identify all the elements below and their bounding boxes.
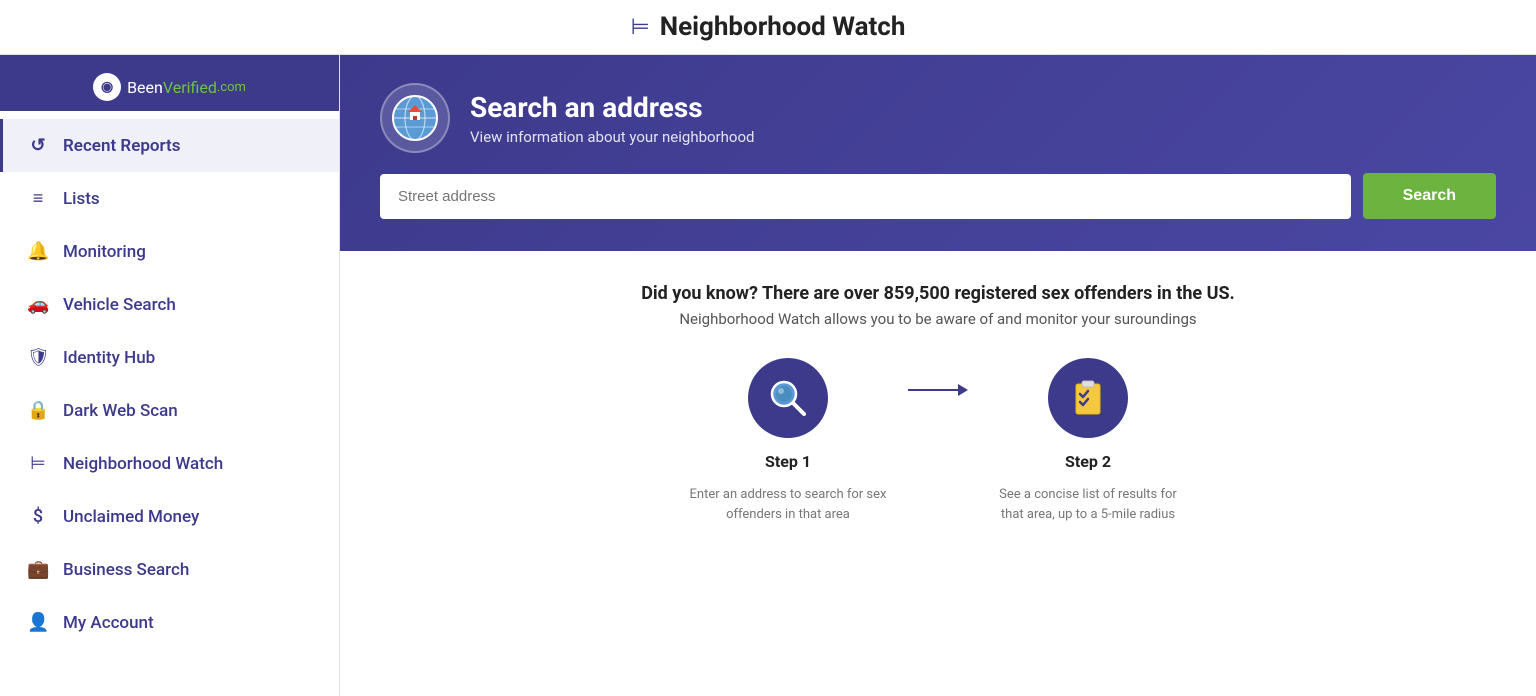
identity-hub-icon: 🛡 (27, 347, 49, 368)
sidebar: ◉ BeenVerified.com ↺ Recent Reports ≡ Li… (0, 55, 340, 696)
sidebar-logo: ◉ BeenVerified.com (0, 55, 339, 111)
logo-icon: ◉ (93, 73, 121, 101)
sidebar-item-label: Monitoring (63, 242, 146, 262)
magnifier-icon (766, 376, 810, 420)
sidebar-item-label: Business Search (63, 560, 189, 580)
step-2-label: Step 2 (1065, 452, 1111, 471)
search-button[interactable]: Search (1363, 173, 1496, 219)
step-1-desc: Enter an address to search for sex offen… (688, 485, 888, 524)
sidebar-item-dark-web-scan[interactable]: 🔒 Dark Web Scan (0, 384, 339, 437)
arrow-icon (908, 378, 968, 402)
sidebar-item-label: Recent Reports (63, 136, 181, 156)
sidebar-nav: ↺ Recent Reports ≡ Lists 🔔 Monitoring 🚗 … (0, 111, 339, 696)
step-1: Step 1 Enter an address to search for se… (688, 358, 888, 524)
sidebar-item-recent-reports[interactable]: ↺ Recent Reports (0, 119, 339, 172)
step-2-icon-circle (1048, 358, 1128, 438)
step-2: Step 2 See a concise list of results for… (988, 358, 1188, 524)
page-title: Neighborhood Watch (660, 12, 906, 42)
sidebar-item-label: Identity Hub (63, 348, 155, 368)
recent-reports-icon: ↺ (27, 135, 49, 156)
neighborhood-watch-title-icon: ⊨ (631, 15, 650, 40)
lists-icon: ≡ (27, 188, 49, 209)
sidebar-item-label: Dark Web Scan (63, 401, 178, 421)
info-subtext: Neighborhood Watch allows you to be awar… (641, 310, 1235, 328)
sidebar-item-monitoring[interactable]: 🔔 Monitoring (0, 225, 339, 278)
sidebar-item-business-search[interactable]: 💼 Business Search (0, 543, 339, 596)
info-section: Did you know? There are over 859,500 reg… (340, 251, 1536, 696)
vehicle-search-icon: 🚗 (27, 294, 49, 315)
logo-been: Been (127, 78, 163, 97)
unclaimed-money-icon: $ (27, 506, 49, 527)
monitoring-icon: 🔔 (27, 241, 49, 262)
step-1-label: Step 1 (765, 452, 811, 471)
address-input[interactable] (380, 174, 1351, 219)
sidebar-item-label: Unclaimed Money (63, 507, 199, 527)
sidebar-item-label: Neighborhood Watch (63, 454, 223, 474)
hero-section: Search an address View information about… (340, 55, 1536, 251)
sidebar-item-label: My Account (63, 613, 154, 633)
sidebar-item-neighborhood-watch[interactable]: ⊨ Neighborhood Watch (0, 437, 339, 490)
neighborhood-watch-icon: ⊨ (27, 453, 49, 474)
sidebar-item-vehicle-search[interactable]: 🚗 Vehicle Search (0, 278, 339, 331)
sidebar-item-label: Lists (63, 189, 100, 209)
sidebar-item-identity-hub[interactable]: 🛡 Identity Hub (0, 331, 339, 384)
info-headline: Did you know? There are over 859,500 reg… (641, 283, 1235, 304)
my-account-icon: 👤 (27, 612, 49, 633)
main-content: Search an address View information about… (340, 55, 1536, 696)
main-layout: ◉ BeenVerified.com ↺ Recent Reports ≡ Li… (0, 55, 1536, 696)
step-2-desc: See a concise list of results for that a… (988, 485, 1188, 524)
hero-icon (380, 83, 450, 153)
step-1-icon-circle (748, 358, 828, 438)
info-text-block: Did you know? There are over 859,500 reg… (641, 283, 1235, 328)
steps-row: Step 1 Enter an address to search for se… (380, 358, 1496, 524)
hero-text-block: Search an address View information about… (470, 91, 754, 146)
sidebar-item-unclaimed-money[interactable]: $ Unclaimed Money (0, 490, 339, 543)
top-title-bar: ⊨ Neighborhood Watch (0, 0, 1536, 55)
search-bar-row: Search (380, 173, 1496, 219)
clipboard-icon (1066, 376, 1110, 420)
sidebar-item-label: Vehicle Search (63, 295, 176, 315)
hero-top: Search an address View information about… (380, 83, 1496, 153)
dark-web-scan-icon: 🔒 (27, 400, 49, 421)
hero-subtitle: View information about your neighborhood (470, 128, 754, 146)
sidebar-item-lists[interactable]: ≡ Lists (0, 172, 339, 225)
business-search-icon: 💼 (27, 559, 49, 580)
hero-title: Search an address (470, 91, 754, 124)
logo-verified: Verified (163, 78, 217, 97)
globe-house-icon (390, 93, 440, 143)
step-arrow (888, 378, 988, 402)
logo-dot: .com (217, 80, 246, 95)
sidebar-item-my-account[interactable]: 👤 My Account (0, 596, 339, 649)
